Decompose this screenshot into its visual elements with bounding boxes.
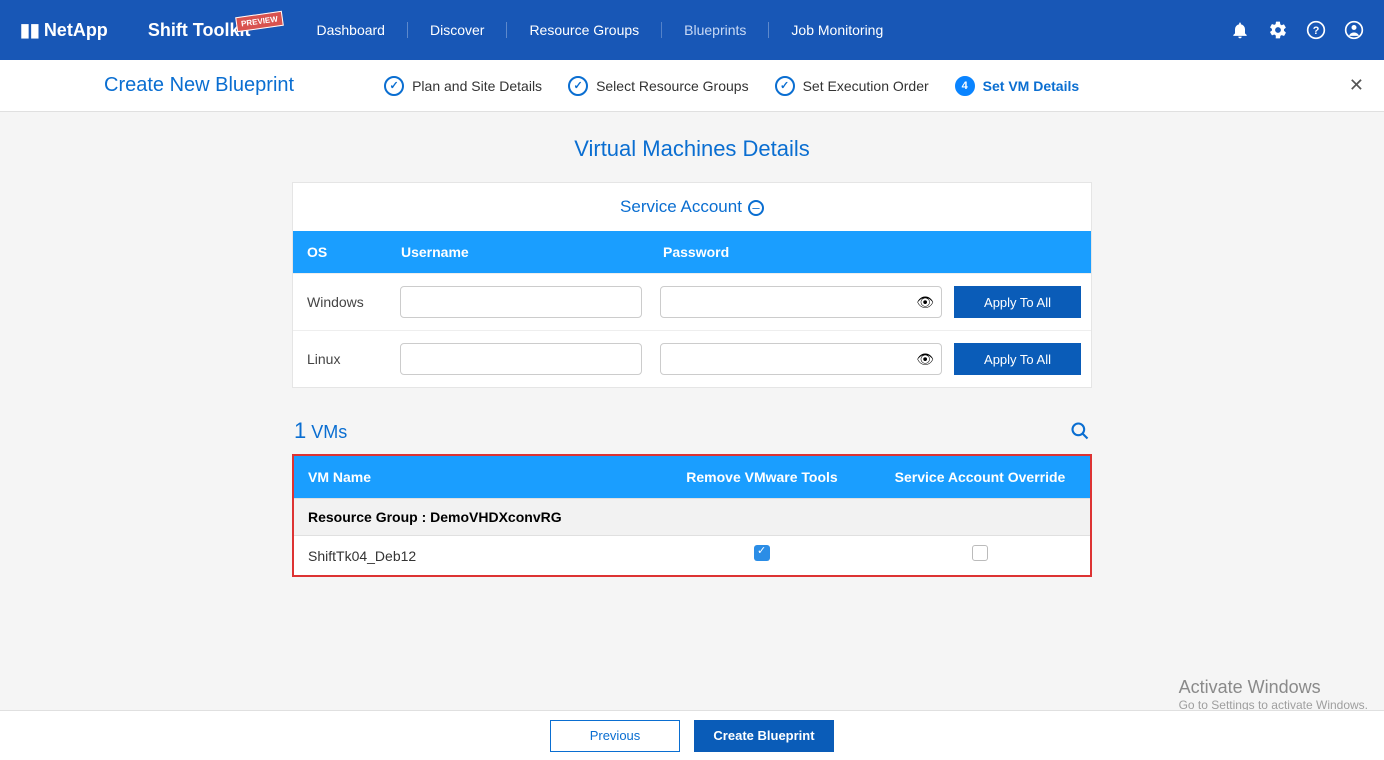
remove-vmware-tools-checkbox[interactable] [754, 545, 770, 561]
step-resource-groups[interactable]: Select Resource Groups [568, 76, 749, 96]
vms-toolbar: 1 VMs [294, 418, 1090, 444]
linux-password-input[interactable] [660, 343, 942, 375]
preview-badge: PREVIEW [235, 10, 284, 31]
top-navigation-bar: ▮▮ NetApp Shift Toolkit PREVIEW Dashboar… [0, 0, 1384, 60]
service-account-title[interactable]: Service Account– [293, 183, 1091, 231]
service-account-row-windows: Windows 👁 Apply To All [293, 273, 1091, 330]
vm-table-header: VM Name Remove VMware Tools Service Acco… [294, 456, 1090, 498]
step-execution-order[interactable]: Set Execution Order [775, 76, 929, 96]
page-title: Create New Blueprint [104, 74, 294, 97]
service-account-header: OS Username Password [293, 231, 1091, 273]
vm-row: ShiftTk04_Deb12 [294, 535, 1090, 575]
nav-job-monitoring[interactable]: Job Monitoring [768, 22, 905, 38]
vms-count: 1 VMs [294, 418, 347, 444]
windows-username-input[interactable] [400, 286, 642, 318]
header-remove-tools: Remove VMware Tools [654, 469, 870, 485]
wizard-footer: Previous Create Blueprint [0, 710, 1384, 760]
nav-discover[interactable]: Discover [407, 22, 506, 38]
service-account-row-linux: Linux 👁 Apply To All [293, 330, 1091, 387]
service-account-override-checkbox[interactable] [972, 545, 988, 561]
nav-blueprints[interactable]: Blueprints [661, 22, 768, 38]
header-password: Password [663, 244, 1091, 260]
section-title: Virtual Machines Details [574, 136, 810, 162]
help-icon[interactable]: ? [1306, 20, 1326, 40]
windows-password-input[interactable] [660, 286, 942, 318]
brand-name: NetApp [44, 20, 108, 41]
windows-activation-watermark: Activate Windows Go to Settings to activ… [1179, 677, 1368, 712]
header-service-override: Service Account Override [870, 469, 1090, 485]
step-vm-details[interactable]: 4Set VM Details [955, 76, 1079, 96]
eye-icon[interactable]: 👁 [916, 294, 934, 311]
previous-button[interactable]: Previous [550, 720, 680, 752]
brand-logo: ▮▮ NetApp [20, 20, 108, 41]
search-icon[interactable] [1070, 421, 1090, 441]
create-blueprint-button[interactable]: Create Blueprint [694, 720, 834, 752]
vm-name-cell: ShiftTk04_Deb12 [294, 548, 654, 564]
svg-text:?: ? [1313, 25, 1320, 37]
os-label: Windows [303, 294, 400, 310]
primary-nav: Dashboard Discover Resource Groups Bluep… [294, 22, 905, 38]
topbar-actions: ? [1230, 20, 1364, 40]
apply-all-linux-button[interactable]: Apply To All [954, 343, 1081, 375]
nav-resource-groups[interactable]: Resource Groups [506, 22, 661, 38]
gear-icon[interactable] [1268, 20, 1288, 40]
vm-table: VM Name Remove VMware Tools Service Acco… [292, 454, 1092, 577]
apply-all-windows-button[interactable]: Apply To All [954, 286, 1081, 318]
nav-dashboard[interactable]: Dashboard [294, 22, 407, 38]
close-icon[interactable]: ✕ [1349, 75, 1364, 96]
collapse-icon[interactable]: – [748, 200, 764, 216]
bell-icon[interactable] [1230, 20, 1250, 40]
eye-icon[interactable]: 👁 [916, 351, 934, 368]
wizard-stepper: Create New Blueprint Plan and Site Detai… [0, 60, 1384, 112]
header-vm-name: VM Name [294, 469, 654, 485]
service-account-panel: Service Account– OS Username Password Wi… [292, 182, 1092, 388]
netapp-logo-icon: ▮▮ [20, 20, 40, 41]
resource-group-row: Resource Group : DemoVHDXconvRG [294, 498, 1090, 535]
header-username: Username [401, 244, 663, 260]
header-os: OS [293, 244, 401, 260]
os-label: Linux [303, 351, 400, 367]
step-plan-site[interactable]: Plan and Site Details [384, 76, 542, 96]
user-icon[interactable] [1344, 20, 1364, 40]
product-name: Shift Toolkit PREVIEW [148, 20, 251, 41]
linux-username-input[interactable] [400, 343, 642, 375]
